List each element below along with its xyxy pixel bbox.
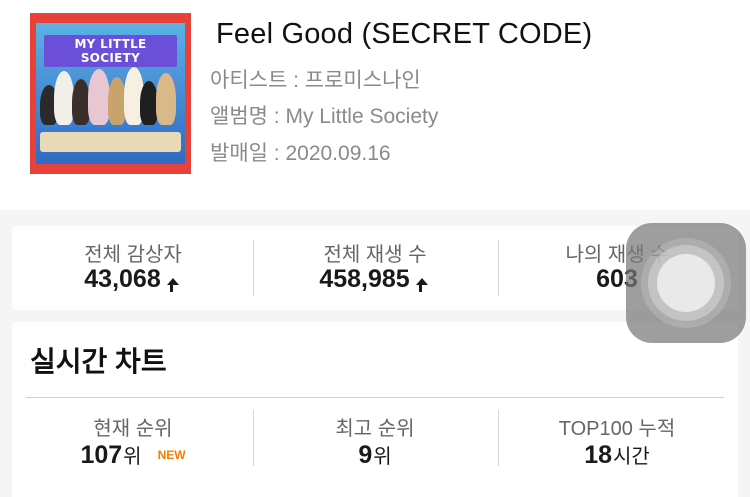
rank-value: 9 xyxy=(358,441,373,469)
rank-unit: 위 xyxy=(373,446,392,468)
arrow-up-icon xyxy=(415,278,428,285)
assistive-ring-inner xyxy=(657,254,715,312)
new-badge: NEW xyxy=(157,448,186,462)
chart-title: 실시간 차트 xyxy=(30,346,167,377)
release-date-line: 발매일 : 2020.09.16 xyxy=(210,142,391,165)
album-art-image: MY LITTLE SOCIETY xyxy=(36,23,185,164)
rank-label: 최고 순위 xyxy=(335,418,415,440)
stat-value-wrap: 458,985 xyxy=(254,265,496,294)
stat-value: 43,068 xyxy=(84,265,161,293)
top100-hours: TOP100 누적 18시간 xyxy=(496,398,738,488)
rank-value-wrap: 107위 NEW xyxy=(12,440,254,470)
song-header: MY LITTLE SOCIETY Feel Good (SECRET CODE… xyxy=(0,0,750,210)
stat-label: 전체 재생 수 xyxy=(323,244,427,266)
realtime-chart-card: 실시간 차트 현재 순위 107위 NEW 최고 순위 9위 TOP100 누적 … xyxy=(12,322,738,497)
rank-value-wrap: 9위 xyxy=(254,440,496,470)
rank-value: 107 xyxy=(80,441,123,469)
song-title: Feel Good (SECRET CODE) xyxy=(216,18,593,50)
album-art-bottom-band xyxy=(30,164,191,174)
artist-line[interactable]: 아티스트 : 프로미스나인 xyxy=(210,64,421,94)
rank-unit: 위 xyxy=(123,446,142,468)
album-art-people xyxy=(36,63,185,164)
stat-label: 전체 감상자 xyxy=(84,244,182,266)
album-line[interactable]: 앨범명 : My Little Society xyxy=(210,100,438,130)
rank-value-wrap: 18시간 xyxy=(496,440,738,470)
arrow-up-stem xyxy=(169,285,173,292)
rank-label: TOP100 누적 xyxy=(558,418,676,440)
arrow-up-stem xyxy=(418,285,422,292)
rank-label: 현재 순위 xyxy=(93,418,173,440)
stat-value: 458,985 xyxy=(319,265,410,293)
best-rank: 최고 순위 9위 xyxy=(254,398,496,488)
stat-value-wrap: 43,068 xyxy=(12,265,254,294)
album-art-top-band xyxy=(30,13,191,23)
current-rank: 현재 순위 107위 NEW xyxy=(12,398,254,488)
album-art[interactable]: MY LITTLE SOCIETY xyxy=(30,13,191,174)
stat-total-plays: 전체 재생 수 458,985 xyxy=(254,226,496,310)
arrow-up-icon xyxy=(166,278,179,285)
rank-value: 18 xyxy=(584,441,612,469)
assistive-touch-icon[interactable] xyxy=(626,223,746,343)
stat-total-listeners: 전체 감상자 43,068 xyxy=(12,226,254,310)
rank-unit: 시간 xyxy=(613,446,650,468)
